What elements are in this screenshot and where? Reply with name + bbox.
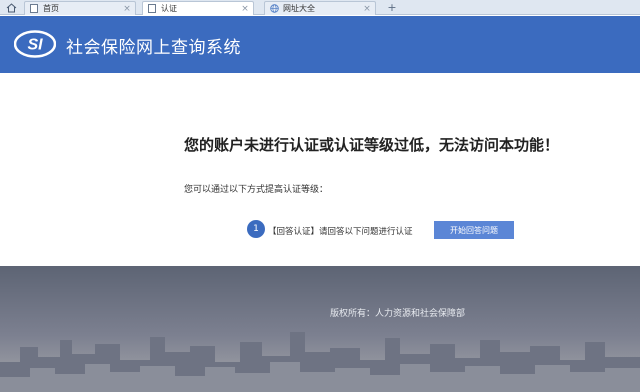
- home-icon[interactable]: [0, 0, 22, 15]
- step-description: 【回答认证】请回答以下问题进行认证: [268, 227, 413, 237]
- tab-label: 认证: [161, 4, 177, 13]
- browser-tab-strip: 首页 × 认证 × 网址大全 × +: [0, 0, 640, 15]
- page-icon: [147, 4, 157, 14]
- tab-auth[interactable]: 认证 ×: [142, 1, 254, 15]
- tab-home[interactable]: 首页 ×: [24, 1, 136, 15]
- upgrade-instruction: 您可以通过以下方式提高认证等级：: [184, 185, 329, 195]
- start-answering-button[interactable]: 开始回答问题: [434, 221, 514, 239]
- si-logo-icon: SI: [14, 30, 56, 58]
- logo-text: SI: [27, 37, 43, 54]
- tab-url-directory[interactable]: 网址大全 ×: [264, 1, 376, 15]
- tab-label: 首页: [43, 4, 59, 13]
- tab-label: 网址大全: [283, 4, 315, 13]
- page-icon: [29, 4, 39, 14]
- close-icon[interactable]: ×: [122, 4, 132, 14]
- globe-icon: [269, 4, 279, 14]
- new-tab-button[interactable]: +: [385, 2, 399, 14]
- copyright-text: 版权所有：人力资源和社会保障部: [330, 309, 466, 319]
- city-skyline-background: [0, 332, 640, 392]
- close-icon[interactable]: ×: [240, 4, 250, 14]
- close-icon[interactable]: ×: [362, 4, 372, 14]
- step-number-badge: 1: [247, 220, 265, 238]
- site-title: 社会保险网上查询系统: [66, 38, 241, 58]
- access-denied-message: 您的账户未进行认证或认证等级过低，无法访问本功能！: [184, 136, 560, 154]
- page-footer: 版权所有：人力资源和社会保障部: [0, 266, 640, 392]
